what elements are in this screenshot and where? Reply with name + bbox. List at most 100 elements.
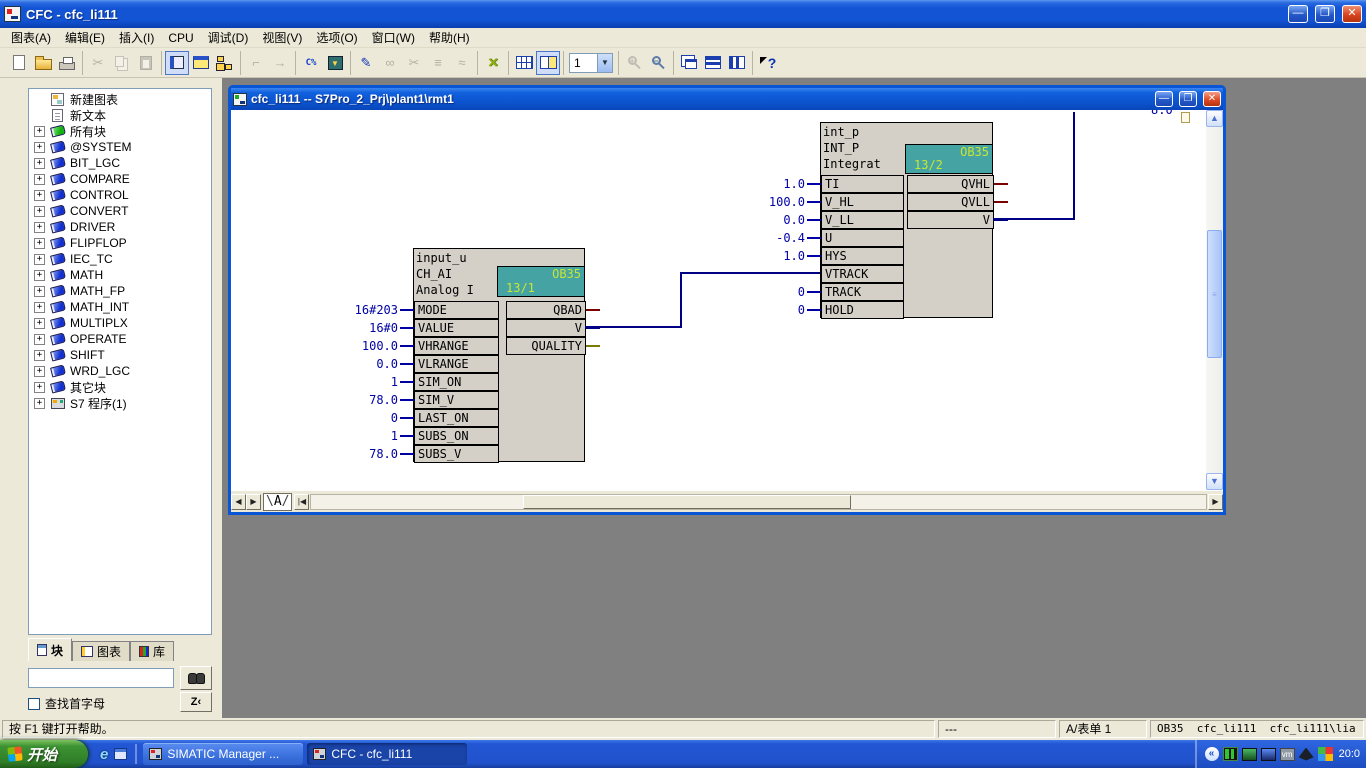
pin-name[interactable]: MODE [414, 301, 499, 319]
expand-icon[interactable]: + [34, 398, 45, 409]
wire-v-to-vtrack-v[interactable] [680, 272, 682, 328]
pin-name[interactable]: QUALITY [506, 337, 586, 355]
open-icon[interactable] [31, 51, 55, 75]
catalog-icon[interactable] [165, 51, 189, 75]
tree-item-flipflop[interactable]: +FLIPFLOP [29, 235, 211, 251]
wire-v-to-vtrack-h1[interactable] [585, 326, 682, 328]
sheet-tab-a[interactable]: \A/ [263, 493, 292, 511]
output-pin-v[interactable]: V [907, 211, 1008, 229]
zoom-select[interactable]: 1▼ [569, 53, 613, 73]
search-input[interactable] [28, 668, 174, 688]
pin-value[interactable]: 1.0 [749, 249, 807, 263]
expand-icon[interactable]: + [34, 366, 45, 377]
input-pin-ti[interactable]: 1.0TI [749, 175, 904, 193]
optimize-run-icon[interactable]: × [481, 51, 505, 75]
tree-item-other-blocks[interactable]: +其它块 [29, 379, 211, 395]
input-pin-vlrange[interactable]: 0.0VLRANGE [342, 355, 499, 373]
pin-name[interactable]: SIM_V [414, 391, 499, 409]
wire-v-to-vtrack-h2[interactable] [680, 272, 820, 274]
block-input-u[interactable]: input_uCH_AIAnalog IOB3513/116#203MODE16… [413, 248, 585, 462]
pin-value[interactable]: 1 [342, 375, 400, 389]
input-pin-vtrack[interactable]: VTRACK [749, 265, 904, 283]
tile-horizontal-icon[interactable] [701, 51, 725, 75]
menu-item-4[interactable]: 调试(D) [201, 27, 256, 48]
pin-value[interactable]: 16#203 [342, 303, 400, 317]
close-button[interactable]: ✕ [1342, 5, 1362, 23]
vertical-scroll-thumb[interactable]: ≡ [1207, 230, 1222, 358]
expand-icon[interactable]: + [34, 126, 45, 137]
scroll-up-button[interactable]: ▲ [1206, 110, 1223, 127]
pin-name[interactable]: V [506, 319, 586, 337]
input-pin-subs_on[interactable]: 1SUBS_ON [342, 427, 499, 445]
menu-item-5[interactable]: 视图(V) [255, 27, 309, 48]
pin-value[interactable]: 78.0 [342, 393, 400, 407]
task-box[interactable]: OB3513/2 [905, 144, 993, 174]
input-pin-value[interactable]: 16#0VALUE [342, 319, 499, 337]
tab-charts[interactable]: 图表 [72, 641, 130, 661]
tray-vmware-icon[interactable]: vm [1280, 748, 1295, 761]
wire-intp-v-h[interactable] [993, 218, 1075, 220]
expand-icon[interactable]: + [34, 174, 45, 185]
tree-item-all-blocks[interactable]: +所有块 [29, 123, 211, 139]
menu-item-3[interactable]: CPU [161, 29, 200, 47]
expand-icon[interactable]: + [34, 350, 45, 361]
tree-item-math-fp[interactable]: +MATH_FP [29, 283, 211, 299]
tab-library[interactable]: 库 [130, 641, 174, 661]
tray-station-icon[interactable] [1242, 748, 1257, 761]
sheet-view-icon[interactable] [536, 51, 560, 75]
pin-name[interactable]: SUBS_ON [414, 427, 499, 445]
tree-item-s7-program[interactable]: +S7 程序(1) [29, 395, 211, 411]
tray-pg-status-icon[interactable] [1223, 747, 1238, 761]
expand-icon[interactable]: + [34, 382, 45, 393]
pin-name[interactable]: U [821, 229, 904, 247]
input-pin-v_ll[interactable]: 0.0V_LL [749, 211, 904, 229]
pin-name[interactable]: QBAD [506, 301, 586, 319]
pin-name[interactable]: LAST_ON [414, 409, 499, 427]
scroll-home-button[interactable]: |◀ [294, 494, 309, 510]
tree-item-iec-tc[interactable]: +IEC_TC [29, 251, 211, 267]
tree-item-math[interactable]: +MATH [29, 267, 211, 283]
input-pin-sim_v[interactable]: 78.0 SIM_V [342, 391, 499, 409]
pin-name[interactable]: QVHL [907, 175, 994, 193]
pin-name[interactable]: V [907, 211, 994, 229]
zoom-select-dropdown-icon[interactable]: ▼ [597, 54, 612, 72]
ie-icon[interactable]: e [100, 746, 108, 763]
pin-value[interactable]: 0 [749, 303, 807, 317]
expand-icon[interactable]: + [34, 254, 45, 265]
pin-value[interactable]: -0.4 [749, 231, 807, 245]
menu-item-1[interactable]: 编辑(E) [58, 27, 112, 48]
tree-item-multiplx[interactable]: +MULTIPLX [29, 315, 211, 331]
expand-icon[interactable]: + [34, 334, 45, 345]
expand-icon[interactable]: + [34, 206, 45, 217]
pin-name[interactable]: V_LL [821, 211, 904, 229]
tray-plane-icon[interactable] [1299, 748, 1314, 761]
horizontal-scroll-thumb[interactable] [523, 495, 851, 509]
chart-maximize-button[interactable]: ❐ [1179, 91, 1197, 107]
tree-item-driver[interactable]: +DRIVER [29, 219, 211, 235]
pin-name[interactable]: TRACK [821, 283, 904, 301]
quick-launch-app-icon[interactable] [114, 748, 127, 760]
pin-value[interactable]: 100.0 [342, 339, 400, 353]
expand-icon[interactable]: + [34, 142, 45, 153]
test-mode-icon[interactable]: ✎ [354, 51, 378, 75]
pin-name[interactable]: V_HL [821, 193, 904, 211]
output-pin-qvll[interactable]: QVLL [907, 193, 1008, 211]
minimize-button[interactable]: — [1288, 5, 1308, 23]
pin-name[interactable]: VHRANGE [414, 337, 499, 355]
table-view-icon[interactable] [512, 51, 536, 75]
output-pin-quality[interactable]: QUALITY [506, 337, 600, 355]
block-catalog-tree[interactable]: +新建图表+新文本+所有块+@SYSTEM+BIT_LGC+COMPARE+CO… [28, 88, 212, 635]
input-pin-sim_on[interactable]: 1SIM_ON [342, 373, 499, 391]
pin-value[interactable]: 16#0 [342, 321, 400, 335]
tree-item-system[interactable]: +@SYSTEM [29, 139, 211, 155]
task-button-1[interactable]: CFC - cfc_li111 [307, 743, 467, 765]
expand-icon[interactable]: + [34, 190, 45, 201]
tile-vertical-icon[interactable] [725, 51, 749, 75]
tree-item-wrd-lgc[interactable]: +WRD_LGC [29, 363, 211, 379]
input-pin-hold[interactable]: 0HOLD [749, 301, 904, 319]
scroll-right-button[interactable]: ▶ [1208, 494, 1223, 510]
expand-icon[interactable]: + [34, 270, 45, 281]
new-file-icon[interactable] [7, 51, 31, 75]
expand-icon[interactable]: + [34, 238, 45, 249]
tree-item-convert[interactable]: +CONVERT [29, 203, 211, 219]
